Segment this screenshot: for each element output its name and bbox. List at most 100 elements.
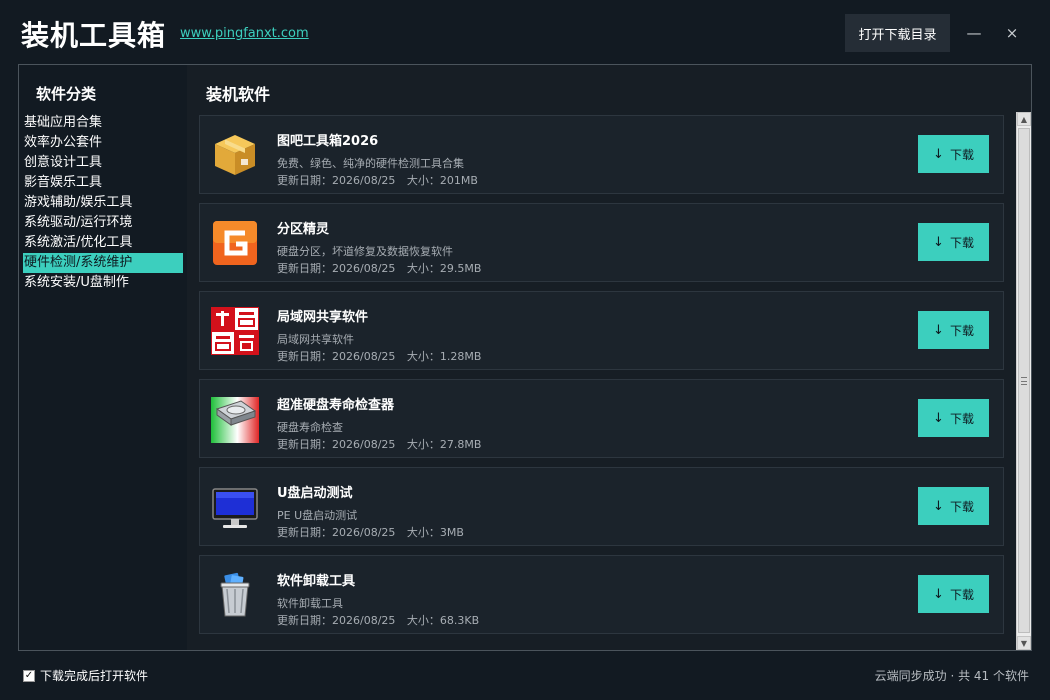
open-download-folder-button[interactable]: 打开下载目录 xyxy=(845,14,950,52)
download-label: 下载 xyxy=(949,411,974,426)
download-button[interactable]: ↓ 下载 xyxy=(918,399,989,437)
grip-icon xyxy=(1021,377,1027,385)
app-title: 装机工具箱 xyxy=(21,19,167,52)
software-meta: 更新日期：2026/08/25 大小：3MB xyxy=(277,524,464,540)
software-content: 装机软件 图吧工具箱2026 免费、绿色、纯净的硬件检测工具合集 更新日期：20… xyxy=(187,65,1031,650)
update-date: 2026/08/25 xyxy=(332,526,396,539)
software-card: 软件卸载工具 软件卸载工具 更新日期：2026/08/25 大小：68.3KB … xyxy=(199,555,1004,634)
download-button[interactable]: ↓ 下载 xyxy=(918,223,989,261)
date-label: 更新日期： xyxy=(277,174,332,187)
software-name: 分区精灵 xyxy=(277,222,330,237)
download-button[interactable]: ↓ 下载 xyxy=(918,575,989,613)
software-name: 超准硬盘寿命检查器 xyxy=(277,398,395,413)
minimize-button[interactable]: — xyxy=(960,20,988,46)
update-date: 2026/08/25 xyxy=(332,174,396,187)
scroll-down-arrow-icon[interactable]: ▼ xyxy=(1017,636,1031,650)
update-date: 2026/08/25 xyxy=(332,438,396,451)
sync-status: 云端同步成功 · 共 41 个软件 xyxy=(874,669,1029,683)
date-label: 更新日期： xyxy=(277,526,332,539)
monitor-icon xyxy=(211,483,259,531)
software-meta: 更新日期：2026/08/25 大小：68.3KB xyxy=(277,612,479,628)
software-meta: 更新日期：2026/08/25 大小：1.28MB xyxy=(277,348,481,364)
software-card: 局域网共享软件 局域网共享软件 更新日期：2026/08/25 大小：1.28M… xyxy=(199,291,1004,370)
update-date: 2026/08/25 xyxy=(332,614,396,627)
download-arrow-icon: ↓ xyxy=(933,498,944,514)
size-label: 大小： xyxy=(406,262,440,275)
checkmark-icon[interactable]: ✓ xyxy=(23,669,35,682)
software-name: 软件卸载工具 xyxy=(277,574,356,589)
vertical-scrollbar[interactable]: ▲ ▼ xyxy=(1016,112,1031,650)
software-card: 分区精灵 硬盘分区，坏道修复及数据恢复软件 更新日期：2026/08/25 大小… xyxy=(199,203,1004,282)
scroll-up-arrow-icon[interactable]: ▲ xyxy=(1017,112,1031,126)
download-arrow-icon: ↓ xyxy=(933,234,944,250)
size-label: 大小： xyxy=(406,350,440,363)
date-label: 更新日期： xyxy=(277,614,332,627)
category-item[interactable]: 系统安装/U盘制作 xyxy=(23,273,183,293)
diskgenius-icon xyxy=(211,219,259,267)
size-label: 大小： xyxy=(406,614,440,627)
software-card: 超准硬盘寿命检查器 硬盘寿命检查 更新日期：2026/08/25 大小：27.8… xyxy=(199,379,1004,458)
software-description: 免费、绿色、纯净的硬件检测工具合集 xyxy=(277,157,464,170)
date-label: 更新日期： xyxy=(277,350,332,363)
file-size: 68.3KB xyxy=(439,614,480,627)
title-bar: 装机工具箱 www.pingfanxt.com 打开下载目录 — × xyxy=(0,0,1050,64)
size-label: 大小： xyxy=(406,526,440,539)
software-card: U盘启动测试 PE U盘启动测试 更新日期：2026/08/25 大小：3MB … xyxy=(199,467,1004,546)
download-button[interactable]: ↓ 下载 xyxy=(918,135,989,173)
file-size: 27.8MB xyxy=(439,438,482,451)
category-list: 基础应用合集 效率办公套件 创意设计工具 影音娱乐工具 游戏辅助/娱乐工具 系统… xyxy=(23,113,183,293)
category-item[interactable]: 创意设计工具 xyxy=(23,153,183,173)
52pojie-seal-icon xyxy=(211,307,259,355)
update-date: 2026/08/25 xyxy=(332,262,396,275)
category-item[interactable]: 系统驱动/运行环境 xyxy=(23,213,183,233)
file-size: 29.5MB xyxy=(439,262,482,275)
software-meta: 更新日期：2026/08/25 大小：27.8MB xyxy=(277,436,481,452)
download-label: 下载 xyxy=(949,323,974,338)
download-label: 下载 xyxy=(949,147,974,162)
file-size: 201MB xyxy=(439,174,478,187)
category-item[interactable]: 系统激活/优化工具 xyxy=(23,233,183,253)
main-panel: 软件分类 基础应用合集 效率办公套件 创意设计工具 影音娱乐工具 游戏辅助/娱乐… xyxy=(18,64,1032,651)
size-label: 大小： xyxy=(406,174,440,187)
download-arrow-icon: ↓ xyxy=(933,322,944,338)
hard-drive-icon xyxy=(211,395,259,443)
software-name: 局域网共享软件 xyxy=(277,310,369,325)
content-title: 装机软件 xyxy=(206,85,271,104)
date-label: 更新日期： xyxy=(277,438,332,451)
category-item[interactable]: 影音娱乐工具 xyxy=(23,173,183,193)
software-description: PE U盘启动测试 xyxy=(277,509,358,522)
download-arrow-icon: ↓ xyxy=(933,146,944,162)
open-after-download-label: 下载完成后打开软件 xyxy=(40,669,149,683)
category-item-selected[interactable]: 硬件检测/系统维护 xyxy=(23,253,183,273)
software-meta: 更新日期：2026/08/25 大小：29.5MB xyxy=(277,260,481,276)
sidebar-title: 软件分类 xyxy=(36,85,97,103)
software-description: 硬盘分区，坏道修复及数据恢复软件 xyxy=(277,245,453,258)
download-arrow-icon: ↓ xyxy=(933,410,944,426)
software-name: 图吧工具箱2026 xyxy=(277,134,379,149)
size-label: 大小： xyxy=(406,438,440,451)
category-sidebar: 软件分类 基础应用合集 效率办公套件 创意设计工具 影音娱乐工具 游戏辅助/娱乐… xyxy=(19,65,187,650)
download-label: 下载 xyxy=(949,587,974,602)
category-item[interactable]: 基础应用合集 xyxy=(23,113,183,133)
date-label: 更新日期： xyxy=(277,262,332,275)
download-button[interactable]: ↓ 下载 xyxy=(918,487,989,525)
open-after-download-checkbox[interactable]: ✓ 下载完成后打开软件 xyxy=(23,667,148,684)
package-box-icon xyxy=(211,131,259,179)
software-description: 软件卸载工具 xyxy=(277,597,343,610)
close-button[interactable]: × xyxy=(998,20,1026,46)
category-item[interactable]: 效率办公套件 xyxy=(23,133,183,153)
software-description: 硬盘寿命检查 xyxy=(277,421,343,434)
scrollbar-thumb[interactable] xyxy=(1018,128,1030,633)
software-meta: 更新日期：2026/08/25 大小：201MB xyxy=(277,172,478,188)
download-button[interactable]: ↓ 下载 xyxy=(918,311,989,349)
file-size: 1.28MB xyxy=(439,350,482,363)
software-name: U盘启动测试 xyxy=(277,486,353,501)
download-label: 下载 xyxy=(949,235,974,250)
software-description: 局域网共享软件 xyxy=(277,333,354,346)
file-size: 3MB xyxy=(439,526,464,539)
category-item[interactable]: 游戏辅助/娱乐工具 xyxy=(23,193,183,213)
software-list: 图吧工具箱2026 免费、绿色、纯净的硬件检测工具合集 更新日期：2026/08… xyxy=(199,115,1005,643)
download-arrow-icon: ↓ xyxy=(933,586,944,602)
website-link[interactable]: www.pingfanxt.com xyxy=(180,26,309,41)
software-card: 图吧工具箱2026 免费、绿色、纯净的硬件检测工具合集 更新日期：2026/08… xyxy=(199,115,1004,194)
